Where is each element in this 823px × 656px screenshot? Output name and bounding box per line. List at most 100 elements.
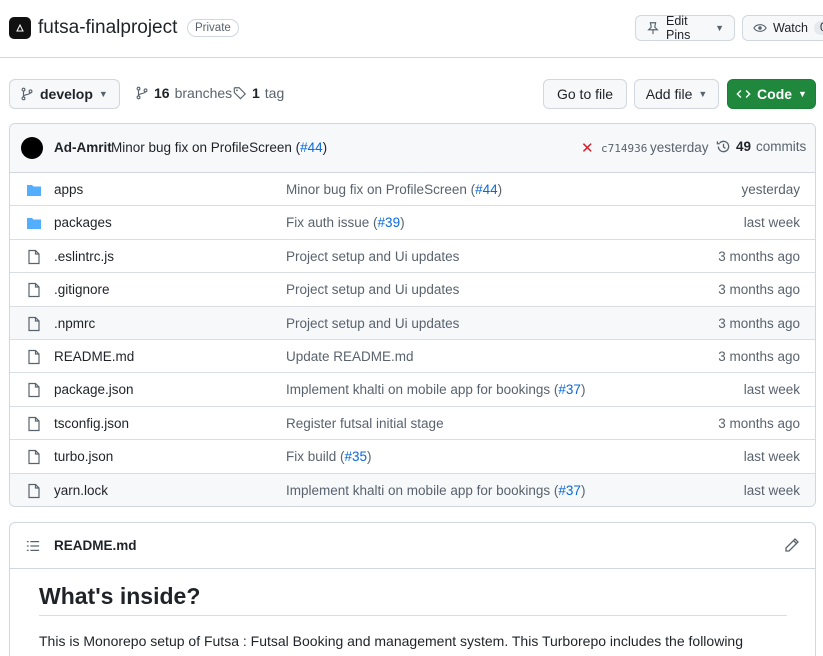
file-name[interactable]: apps — [54, 182, 83, 197]
file-commit-text: Minor bug fix on ProfileScreen ( — [286, 182, 476, 197]
file-commit-text: Project setup and Ui updates — [286, 315, 460, 331]
file-row[interactable]: yarn.lock Implement khalti on mobile app … — [10, 473, 815, 506]
file-name[interactable]: tsconfig.json — [54, 416, 129, 431]
commit-pr-link[interactable]: #44 — [300, 140, 323, 155]
file-row[interactable]: packages Fix auth issue (#39) last week — [10, 206, 815, 240]
list-icon[interactable] — [26, 539, 40, 553]
commit-message-end: ) — [322, 140, 328, 155]
file-name[interactable]: .npmrc — [54, 316, 95, 331]
avatar[interactable] — [21, 137, 43, 159]
file-commit-text: Implement khalti on mobile app for booki… — [286, 382, 559, 398]
file-row[interactable]: README.md Update README.md 3 months ago — [10, 340, 815, 374]
file-name[interactable]: README.md — [54, 349, 134, 364]
edit-pins-button[interactable]: Edit Pins ▼ — [635, 14, 735, 42]
go-to-file-label: Go to file — [556, 86, 614, 102]
tag-icon — [233, 87, 247, 100]
history-icon — [716, 140, 730, 153]
file-icon — [28, 483, 40, 498]
watch-label: Watch — [773, 21, 808, 35]
commits-link[interactable]: 49 commits — [716, 139, 806, 154]
file-commit-message[interactable]: Minor bug fix on ProfileScreen (#44) — [286, 182, 502, 197]
commit-time: yesterday — [650, 140, 709, 155]
file-commit-pr-link[interactable]: #35 — [345, 449, 368, 464]
readme-filename[interactable]: README.md — [54, 538, 137, 553]
file-name[interactable]: yarn.lock — [54, 483, 108, 498]
file-commit-message[interactable]: Project setup and Ui updates — [286, 249, 459, 264]
file-commit-time: 3 months ago — [718, 282, 800, 298]
pencil-icon[interactable] — [784, 537, 800, 553]
file-commit-text: Update README.md — [286, 348, 414, 364]
file-commit-message[interactable]: Fix auth issue (#39) — [286, 215, 405, 230]
file-commit-message[interactable]: Implement khalti on mobile app for booki… — [286, 483, 585, 498]
file-commit-message[interactable]: Project setup and Ui updates — [286, 316, 459, 331]
file-commit-text: Implement khalti on mobile app for booki… — [286, 482, 559, 498]
file-commit-end: ) — [580, 382, 586, 398]
file-commit-time: last week — [743, 482, 800, 498]
file-commit-text: Project setup and Ui updates — [286, 248, 460, 264]
branches-link[interactable]: 16 branches — [135, 85, 232, 101]
eye-icon — [753, 24, 767, 32]
branches-count: 16 — [154, 85, 170, 101]
add-file-button[interactable]: Add file ▼ — [634, 79, 719, 109]
folder-icon — [27, 185, 41, 196]
tags-count: 1 — [252, 85, 260, 101]
file-row[interactable]: .gitignore Project setup and Ui updates 3 … — [10, 273, 815, 307]
file-name[interactable]: .gitignore — [54, 282, 110, 297]
readme-panel: README.md What's inside? This is Monorep… — [9, 522, 816, 656]
file-row[interactable]: apps Minor bug fix on ProfileScreen (#44)… — [10, 173, 815, 207]
x-icon[interactable]: ✕ — [581, 139, 594, 157]
owner-logo-icon — [16, 23, 24, 32]
file-name[interactable]: turbo.json — [54, 449, 113, 464]
commit-message-text: Minor bug fix on ProfileScreen ( — [111, 140, 301, 155]
file-commit-pr-link[interactable]: #37 — [558, 382, 581, 397]
chevron-down-icon: ▼ — [98, 89, 108, 99]
file-name[interactable]: package.json — [54, 382, 134, 397]
file-commit-message[interactable]: Fix build (#35) — [286, 449, 372, 464]
file-icon — [28, 349, 40, 365]
go-to-file-button[interactable]: Go to file — [543, 79, 627, 109]
file-commit-message[interactable]: Update README.md — [286, 349, 414, 364]
git-branch-icon — [21, 87, 33, 101]
file-row[interactable]: turbo.json Fix build (#35) last week — [10, 440, 815, 474]
file-commit-message[interactable]: Implement khalti on mobile app for booki… — [286, 382, 585, 397]
readme-header: README.md — [10, 523, 815, 569]
commits-count: 49 — [736, 139, 752, 154]
file-icon — [28, 383, 40, 398]
commit-author[interactable]: Ad-Amrit — [54, 140, 112, 155]
file-commit-time: 3 months ago — [718, 348, 800, 364]
file-row[interactable]: tsconfig.json Register futsal initial sta… — [10, 407, 815, 441]
folder-icon — [27, 218, 41, 230]
repo-name[interactable]: futsa-finalproject — [38, 17, 177, 39]
file-row[interactable]: package.json Implement khalti on mobile a… — [10, 373, 815, 407]
file-commit-pr-link[interactable]: #44 — [475, 182, 498, 197]
file-commit-text: Register futsal initial stage — [286, 415, 444, 431]
file-list: apps Minor bug fix on ProfileScreen (#44)… — [10, 173, 815, 506]
file-commit-pr-link[interactable]: #37 — [558, 483, 581, 498]
file-commit-time: last week — [743, 215, 800, 231]
file-commit-text: Project setup and Ui updates — [286, 282, 460, 298]
branch-name: develop — [40, 86, 93, 102]
file-commit-pr-link[interactable]: #39 — [378, 215, 401, 230]
code-button[interactable]: Code ▼ — [727, 79, 816, 109]
file-commit-message[interactable]: Register futsal initial stage — [286, 416, 444, 431]
file-commit-text: Fix build ( — [286, 449, 345, 465]
watch-button[interactable]: Watch 0 — [742, 15, 823, 41]
tags-link[interactable]: 1 tag — [233, 85, 284, 101]
file-name[interactable]: .eslintrc.js — [54, 249, 114, 264]
file-row[interactable]: .npmrc Project setup and Ui updates 3 mont… — [10, 306, 815, 340]
file-name[interactable]: packages — [54, 215, 112, 230]
readme-heading: What's inside? — [39, 583, 201, 609]
file-commit-time: last week — [743, 382, 800, 398]
commit-message[interactable]: Minor bug fix on ProfileScreen (#44) — [111, 140, 327, 155]
file-icon — [28, 416, 40, 431]
file-icon — [28, 249, 40, 264]
file-row[interactable]: .eslintrc.js Project setup and Ui updates… — [10, 240, 815, 274]
file-commit-end: ) — [580, 482, 586, 498]
repo-owner-avatar[interactable] — [9, 17, 31, 39]
code-icon — [736, 90, 751, 98]
branch-selector[interactable]: develop ▼ — [9, 79, 120, 109]
git-branch-icon — [136, 86, 148, 100]
file-commit-time: last week — [743, 449, 800, 465]
file-commit-message[interactable]: Project setup and Ui updates — [286, 282, 459, 297]
commit-sha[interactable]: c714936 — [601, 142, 647, 155]
